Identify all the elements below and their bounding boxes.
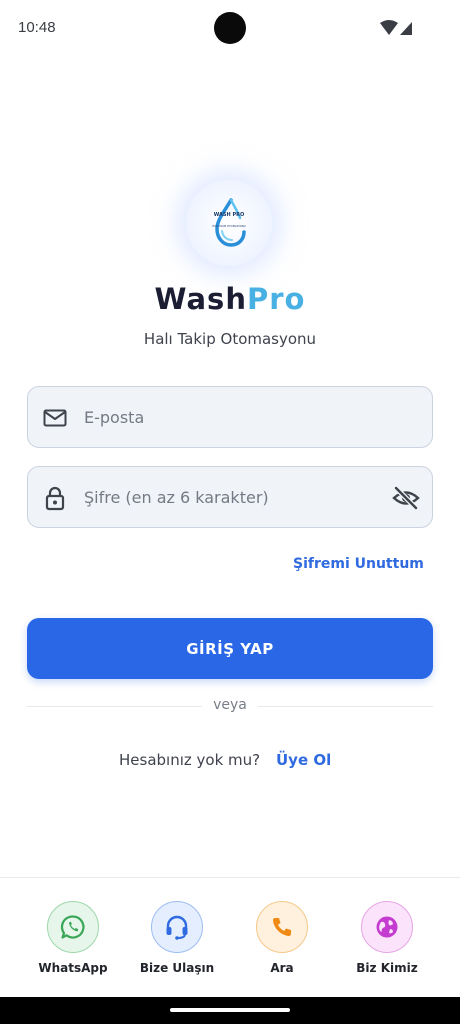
- email-input[interactable]: [84, 397, 384, 437]
- whatsapp-circle: [47, 901, 99, 953]
- brand-name-part2: Pro: [246, 282, 306, 316]
- call-button[interactable]: Ara: [237, 901, 327, 981]
- email-field[interactable]: [27, 386, 433, 448]
- logo-text: WASH PRO: [214, 212, 244, 218]
- app-logo: WASH PRO HALI TAKIP OTOMASYONU: [186, 180, 272, 266]
- brand-title: WashPro: [0, 282, 460, 316]
- mail-icon: [43, 409, 67, 427]
- status-bar: 10:48: [0, 0, 460, 56]
- forgot-password-link[interactable]: Şifremi Unuttum: [293, 556, 424, 572]
- signup-link[interactable]: Üye Ol: [276, 751, 331, 769]
- password-field[interactable]: [27, 466, 433, 528]
- tagline: Halı Takip Otomasyonu: [143, 330, 317, 348]
- about-button[interactable]: Biz Kimiz: [342, 901, 432, 981]
- eye-off-icon[interactable]: [392, 485, 420, 511]
- divider-text: veya: [213, 697, 247, 713]
- contact-button[interactable]: Bize Ulaşın: [132, 901, 222, 981]
- whatsapp-label: WhatsApp: [38, 961, 108, 975]
- call-circle: [256, 901, 308, 953]
- system-nav-bar: [0, 997, 460, 1024]
- logo-subtext: HALI TAKIP OTOMASYONU: [212, 224, 246, 228]
- wifi-icon: [380, 20, 398, 35]
- divider-right: [258, 706, 433, 707]
- lock-icon: [45, 486, 65, 511]
- signup-prompt: Hesabınız yok mu?: [119, 751, 261, 769]
- cellular-icon: [400, 22, 412, 35]
- contact-label: Bize Ulaşın: [139, 961, 215, 975]
- brand-name-part1: Wash: [154, 282, 247, 316]
- about-label: Biz Kimiz: [356, 961, 418, 975]
- globe-icon: [376, 916, 398, 938]
- whatsapp-icon: [60, 915, 85, 939]
- phone-icon: [273, 918, 291, 936]
- contact-circle: [151, 901, 203, 953]
- login-button[interactable]: GİRİŞ YAP: [27, 618, 433, 679]
- bottom-action-bar: WhatsApp Bize Ulaşın Ara Biz Kimiz: [0, 877, 460, 997]
- signal-icons: [380, 20, 412, 35]
- water-drop-logo: WASH PRO HALI TAKIP OTOMASYONU: [212, 198, 246, 247]
- password-input[interactable]: [84, 477, 384, 517]
- camera-cutout: [214, 12, 246, 44]
- headset-icon: [166, 915, 188, 940]
- status-time: 10:48: [18, 19, 56, 36]
- home-indicator[interactable]: [170, 1008, 290, 1012]
- about-circle: [361, 901, 413, 953]
- call-label: Ara: [270, 961, 294, 975]
- whatsapp-button[interactable]: WhatsApp: [28, 901, 118, 981]
